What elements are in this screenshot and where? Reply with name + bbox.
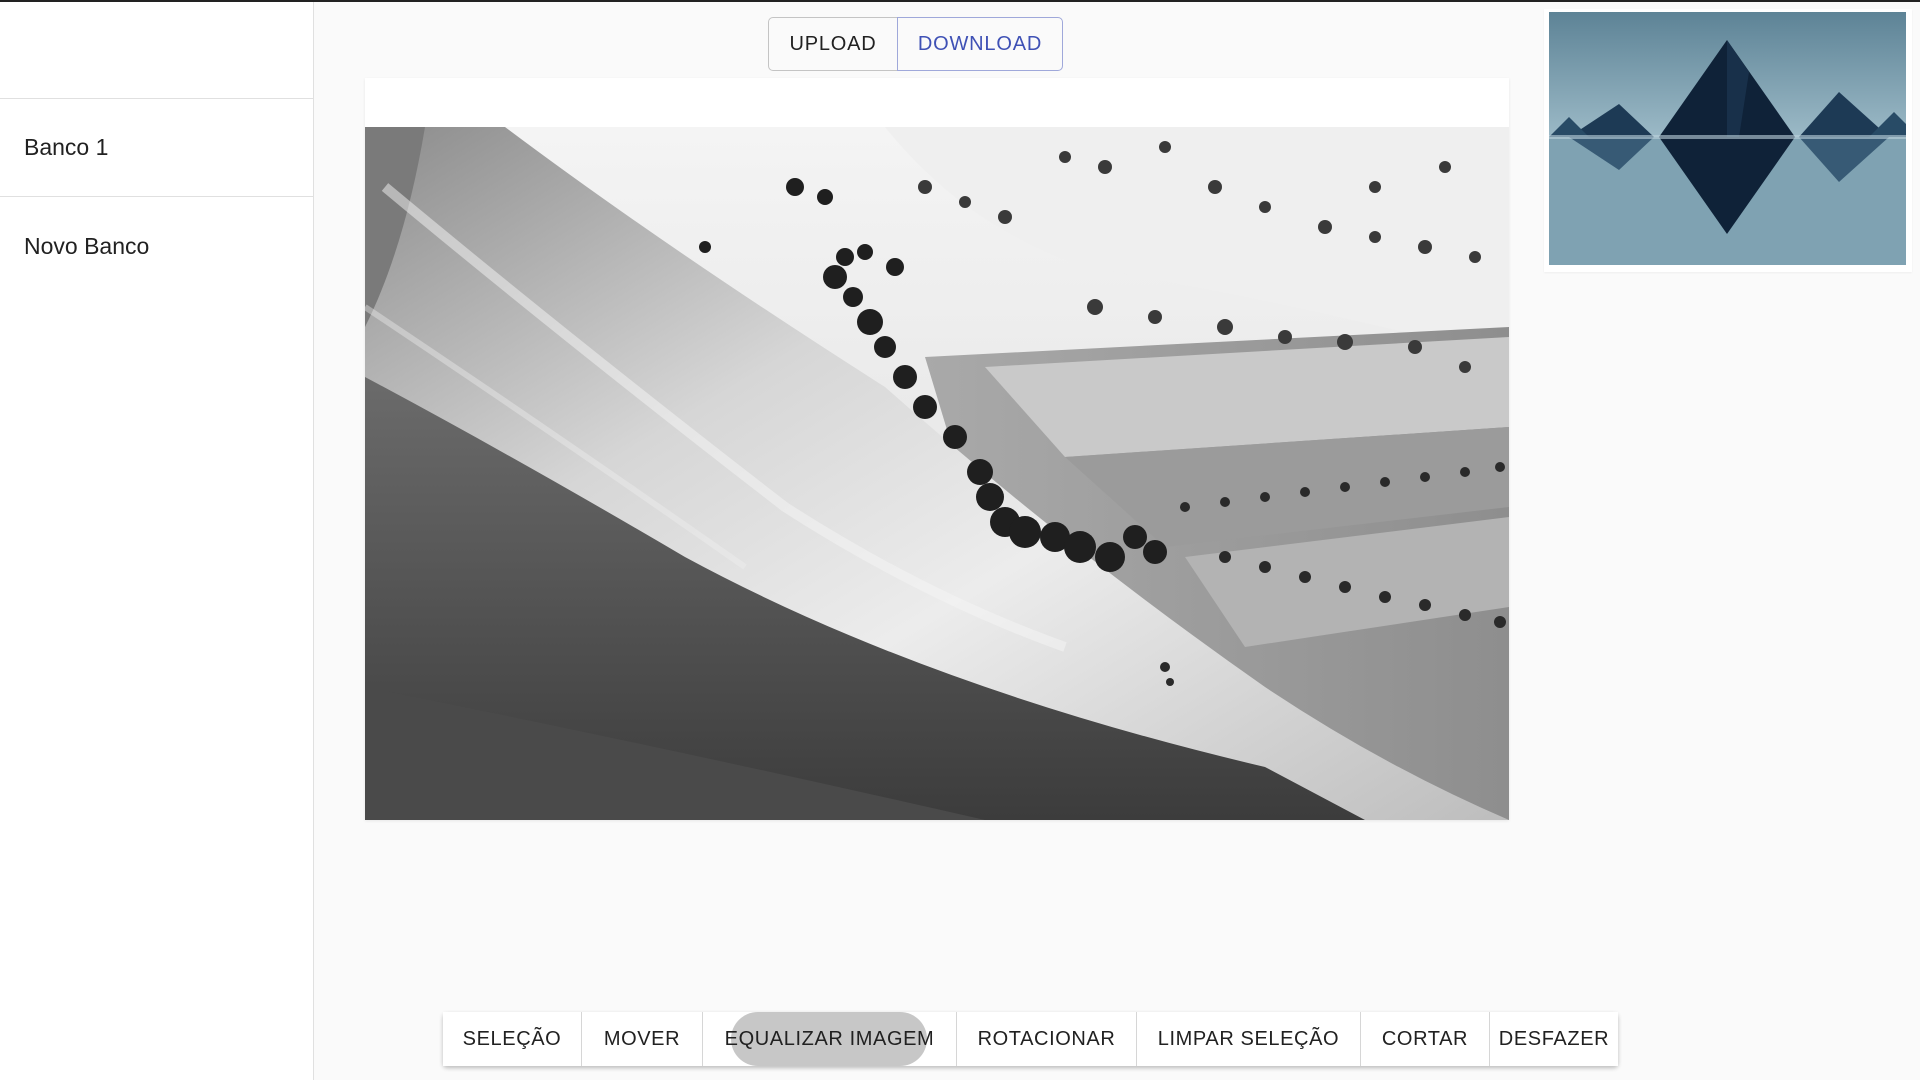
sidebar-item-label: Novo Banco	[24, 232, 150, 259]
rotate-button[interactable]: ROTACIONAR	[957, 1012, 1137, 1066]
edit-toolbar: SELEÇÃO MOVER EQUALIZAR IMAGEM ROTACIONA…	[443, 1012, 1618, 1066]
file-button-group: UPLOAD DOWNLOAD	[768, 17, 1063, 71]
upload-button[interactable]: UPLOAD	[768, 17, 898, 71]
sidebar-item-banco-1[interactable]: Banco 1	[0, 99, 313, 197]
thumbnail-image[interactable]	[1549, 12, 1906, 265]
selection-button[interactable]: SELEÇÃO	[443, 1012, 582, 1066]
app-root: Banco 1 Novo Banco UPLOAD DOWNLOAD SELEÇ…	[0, 0, 1920, 1080]
equalize-image-button[interactable]: EQUALIZAR IMAGEM	[703, 1012, 957, 1066]
download-button[interactable]: DOWNLOAD	[897, 17, 1063, 71]
sidebar-item-novo-banco[interactable]: Novo Banco	[0, 197, 313, 295]
image-canvas[interactable]	[365, 78, 1509, 820]
move-button[interactable]: MOVER	[582, 1012, 703, 1066]
clear-selection-button[interactable]: LIMPAR SELEÇÃO	[1137, 1012, 1361, 1066]
sidebar: Banco 1 Novo Banco	[0, 2, 314, 1080]
sidebar-header	[0, 2, 313, 99]
sidebar-item-label: Banco 1	[24, 134, 109, 160]
edited-photo[interactable]	[365, 127, 1509, 820]
undo-button[interactable]: DESFAZER	[1490, 1012, 1618, 1066]
thumbnail-card[interactable]	[1544, 9, 1912, 272]
crop-button[interactable]: CORTAR	[1361, 1012, 1490, 1066]
